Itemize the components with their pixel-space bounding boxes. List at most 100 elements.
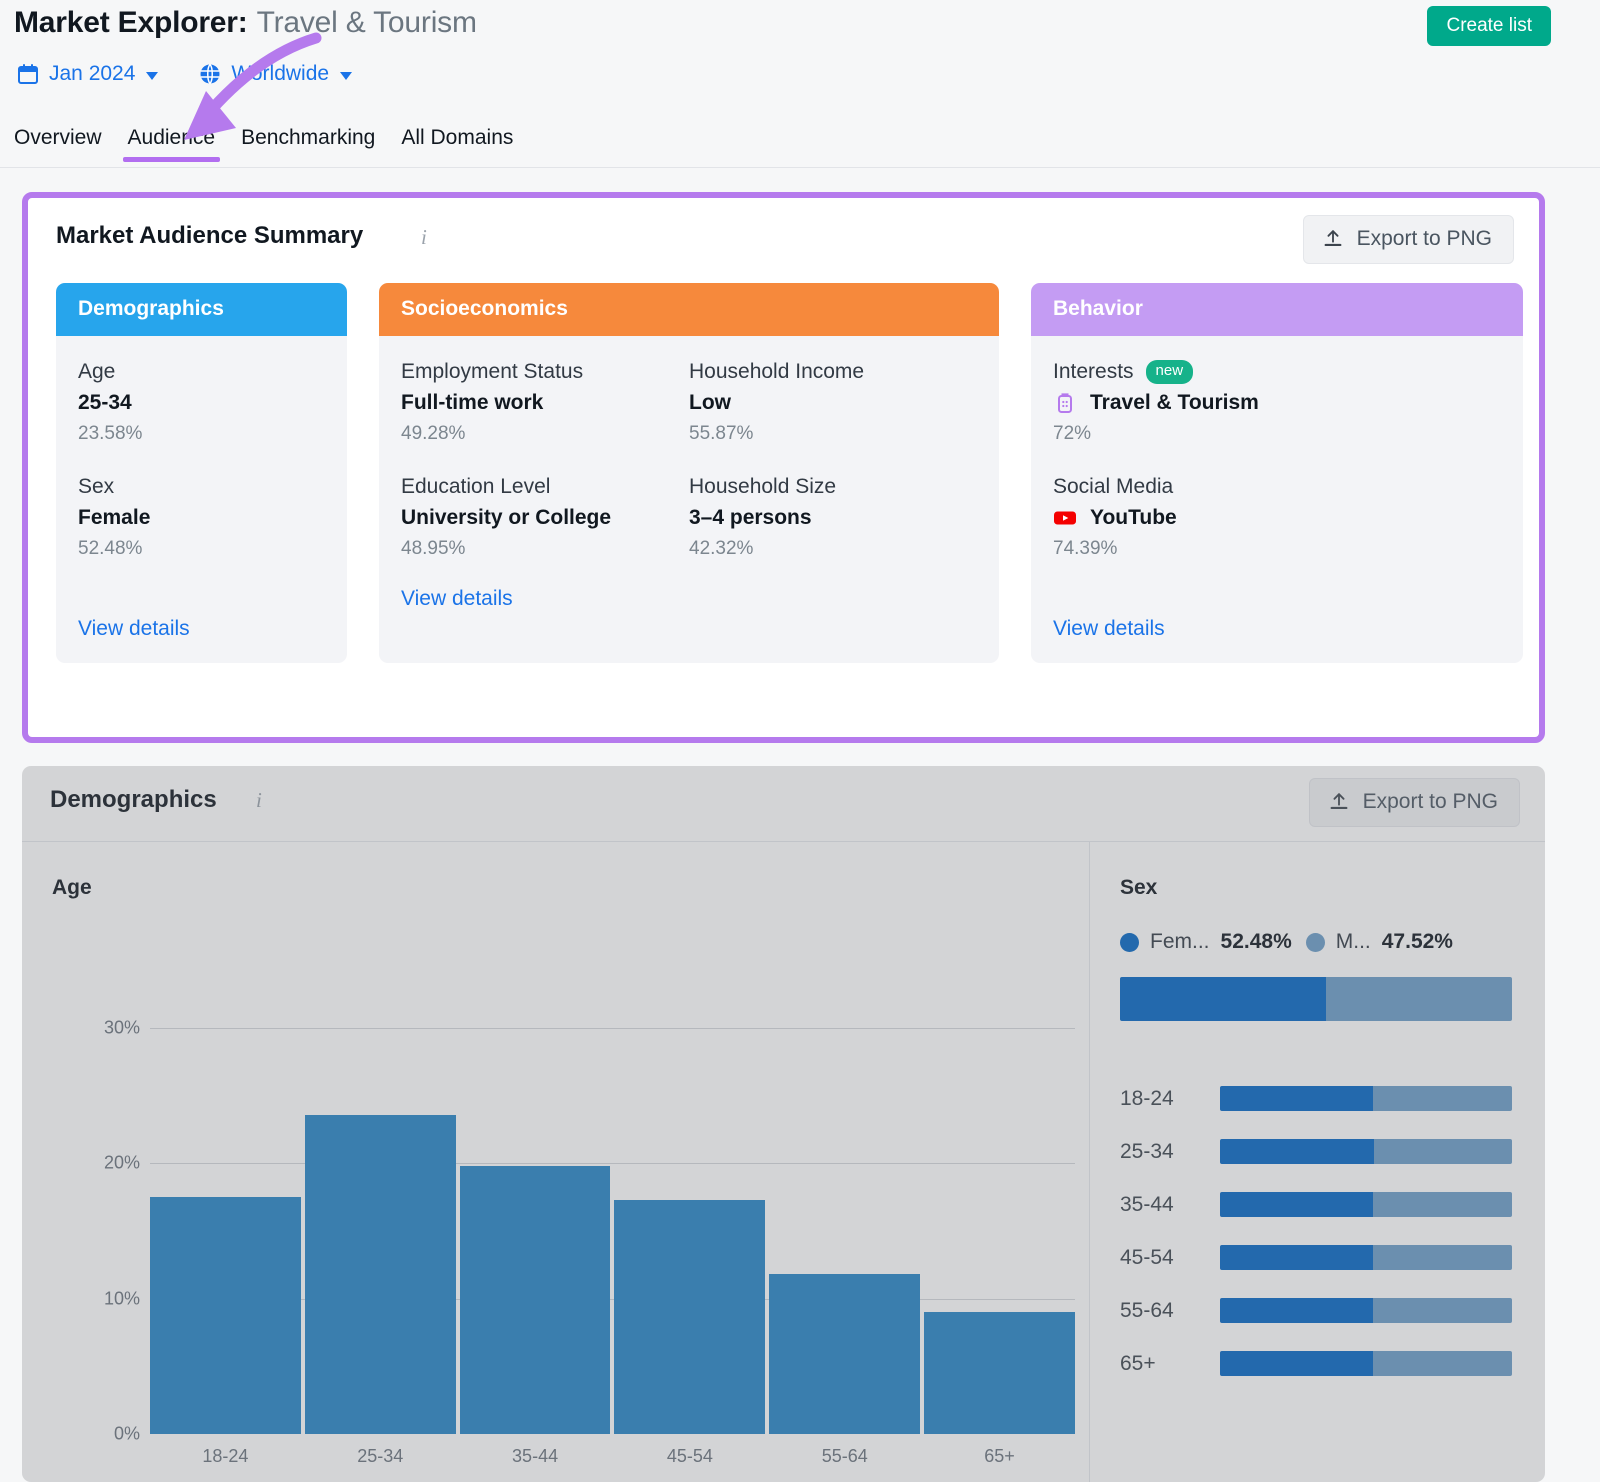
sex-segment-female <box>1220 1298 1373 1323</box>
summary-panel-header: Market Audience Summary i Export to PNG <box>28 198 1539 283</box>
export-button-label: Export to PNG <box>1363 790 1498 814</box>
bar[interactable] <box>305 1115 456 1434</box>
sex-by-age-rows: 18-24 25-34 35-4445-5455-64 65+ <box>1120 1072 1512 1390</box>
demographics-body: Age 0%10%20%30%18-2425-3435-4445-5455-64… <box>22 841 1545 1482</box>
location-filter-label: Worldwide <box>231 62 329 86</box>
card-demographics-heading: Demographics <box>56 283 347 336</box>
metric-label: Household Income <box>689 360 977 384</box>
socio-col-right: Household Income Low 55.87% Household Si… <box>689 360 977 560</box>
date-filter[interactable]: Jan 2024 <box>16 62 158 86</box>
sex-by-age-row: 55-64 <box>1120 1284 1512 1337</box>
export-to-png-button[interactable]: Export to PNG <box>1303 215 1514 264</box>
chevron-down-icon <box>146 72 158 80</box>
y-axis-tick-label: 30% <box>80 1017 140 1038</box>
bar[interactable] <box>460 1166 611 1434</box>
metric-employment-status: Employment Status Full-time work 49.28% <box>401 360 689 445</box>
market-audience-summary-panel: Market Audience Summary i Export to PNG … <box>22 192 1545 743</box>
summary-cards: Demographics Age 25-34 23.58% Sex Female… <box>56 283 1523 663</box>
bar-column[interactable]: 55-64 <box>769 987 920 1434</box>
sex-split-bar[interactable] <box>1220 1192 1512 1217</box>
bar-column[interactable]: 65+ <box>924 987 1075 1434</box>
age-group-label: 25-34 <box>1120 1140 1220 1164</box>
bar[interactable] <box>924 1312 1075 1434</box>
view-details-behavior[interactable]: View details <box>1053 617 1165 641</box>
info-icon[interactable]: i <box>256 788 262 813</box>
sex-split-bar[interactable] <box>1220 1351 1512 1376</box>
metric-value: University or College <box>401 506 689 530</box>
sex-segment-male <box>1373 1351 1512 1376</box>
metric-value-row: Travel & Tourism <box>1053 391 1501 415</box>
metric-label: Age <box>78 360 325 384</box>
sex-by-age-row: 35-44 <box>1120 1178 1512 1231</box>
bar-column[interactable]: 25-34 <box>305 987 456 1434</box>
card-behavior: Behavior Interests new <box>1031 283 1523 663</box>
metric-label: Interests <box>1053 360 1134 384</box>
bar-column[interactable]: 35-44 <box>460 987 611 1434</box>
age-group-label: 65+ <box>1120 1352 1220 1376</box>
sex-chart-pane: Sex Fem... 52.48% M... 47.52% 18-24 25-34… <box>1090 842 1545 1482</box>
nav-tabs: Overview Audience Benchmarking All Domai… <box>14 122 526 162</box>
metric-household-size: Household Size 3–4 persons 42.32% <box>689 475 977 560</box>
metric-value: Travel & Tourism <box>1090 391 1259 415</box>
export-to-png-button-demographics[interactable]: Export to PNG <box>1309 778 1520 827</box>
metric-label: Household Size <box>689 475 977 499</box>
card-socioeconomics-heading: Socioeconomics <box>379 283 999 336</box>
card-behavior-body: Interests new <box>1031 336 1523 663</box>
page-title-primary: Market Explorer: <box>14 6 248 40</box>
view-details-demographics[interactable]: View details <box>78 617 190 641</box>
sex-segment-male <box>1374 1139 1512 1164</box>
legend-value: 52.48% <box>1221 930 1292 954</box>
sex-total-stacked-bar <box>1120 977 1512 1021</box>
sex-segment-male <box>1373 1245 1512 1270</box>
info-icon[interactable]: i <box>421 225 427 250</box>
sex-segment-male <box>1373 1192 1512 1217</box>
metric-label: Employment Status <box>401 360 689 384</box>
demographics-panel: Demographics i Export to PNG Age 0%10%20… <box>22 766 1545 1482</box>
bar-column[interactable]: 18-24 <box>150 987 301 1434</box>
calendar-icon <box>16 62 40 86</box>
sex-total-segment-female[interactable] <box>1120 977 1326 1021</box>
metric-household-income: Household Income Low 55.87% <box>689 360 977 445</box>
sex-split-bar[interactable] <box>1220 1298 1512 1323</box>
page-header: Market Explorer: Travel & Tourism Create… <box>0 0 1600 168</box>
metric-social-media: Social Media YouTube 74.39% <box>1053 475 1501 560</box>
card-behavior-heading: Behavior <box>1031 283 1523 336</box>
x-axis-tick-label: 55-64 <box>769 1434 920 1467</box>
sex-split-bar[interactable] <box>1220 1139 1512 1164</box>
tab-overview[interactable]: Overview <box>14 122 115 162</box>
legend-item-male: M... 47.52% <box>1306 930 1453 954</box>
sex-total-segment-male[interactable] <box>1326 977 1512 1021</box>
sex-segment-female <box>1220 1139 1374 1164</box>
sex-by-age-row: 18-24 <box>1120 1072 1512 1125</box>
view-details-socioeconomics[interactable]: View details <box>401 587 513 611</box>
metric-sex: Sex Female 52.48% <box>78 475 325 560</box>
globe-icon <box>198 62 222 86</box>
tab-audience[interactable]: Audience <box>115 122 229 162</box>
bar[interactable] <box>614 1200 765 1434</box>
legend-label: Fem... <box>1150 930 1210 954</box>
sex-by-age-row: 65+ <box>1120 1337 1512 1390</box>
tab-all-domains[interactable]: All Domains <box>388 122 526 162</box>
tab-benchmarking[interactable]: Benchmarking <box>228 122 388 162</box>
upload-icon <box>1328 791 1350 813</box>
metric-percent: 49.28% <box>401 423 689 445</box>
metric-value-row: YouTube <box>1053 506 1501 530</box>
create-list-button[interactable]: Create list <box>1427 6 1551 46</box>
sex-chart-title: Sex <box>1120 876 1157 900</box>
bar[interactable] <box>150 1197 301 1434</box>
metric-percent: 72% <box>1053 423 1501 445</box>
socio-metric-grid: Employment Status Full-time work 49.28% … <box>401 360 977 560</box>
sex-segment-female <box>1220 1086 1373 1111</box>
location-filter[interactable]: Worldwide <box>198 62 352 86</box>
sex-segment-male <box>1373 1298 1512 1323</box>
panel-title: Market Audience Summary <box>56 222 363 250</box>
bar[interactable] <box>769 1274 920 1434</box>
date-filter-label: Jan 2024 <box>49 62 135 86</box>
age-chart-title: Age <box>52 876 92 900</box>
bar-column[interactable]: 45-54 <box>614 987 765 1434</box>
metric-value: Full-time work <box>401 391 689 415</box>
sex-segment-female <box>1220 1192 1373 1217</box>
sex-by-age-row: 45-54 <box>1120 1231 1512 1284</box>
sex-split-bar[interactable] <box>1220 1086 1512 1111</box>
sex-split-bar[interactable] <box>1220 1245 1512 1270</box>
